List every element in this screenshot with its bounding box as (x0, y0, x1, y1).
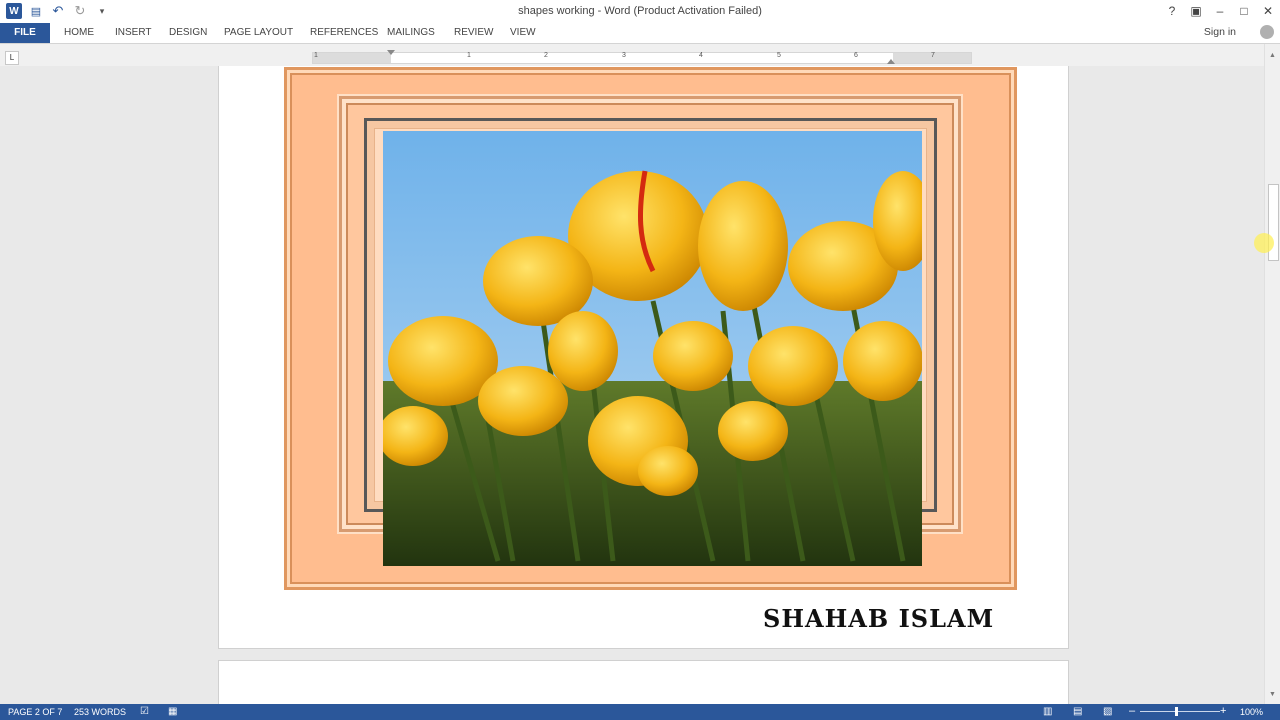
scroll-down-icon[interactable]: ▼ (1269, 691, 1276, 698)
tab-file[interactable]: FILE (0, 23, 50, 43)
proofing-icon[interactable]: ☑ (140, 706, 149, 717)
close-button[interactable]: ✕ (1256, 0, 1280, 22)
ruler-number: 3 (622, 52, 626, 59)
ribbon-display-options-button[interactable]: ▣ (1184, 0, 1208, 22)
ribbon-tabs: FILE HOME INSERT DESIGN PAGE LAYOUT REFE… (0, 23, 1280, 44)
zoom-out-icon[interactable]: – (1129, 705, 1135, 717)
zoom-in-icon[interactable]: + (1220, 705, 1226, 717)
document-area[interactable]: SHAHAB ISLAM (0, 66, 1264, 704)
left-margin-area (313, 53, 391, 63)
tab-review[interactable]: REVIEW (454, 23, 493, 43)
word-count-status[interactable]: 253 WORDS (74, 707, 126, 717)
ruler-number: 7 (931, 52, 935, 59)
tab-mailings[interactable]: MAILINGS (387, 23, 435, 43)
ruler-number: 5 (777, 52, 781, 59)
minimize-button[interactable]: – (1208, 0, 1232, 22)
tulip-picture-graphic (383, 131, 922, 566)
tab-design[interactable]: DESIGN (169, 23, 207, 43)
ruler-number: 4 (699, 52, 703, 59)
signature-text[interactable]: SHAHAB ISLAM (763, 604, 994, 633)
window-title: shapes working - Word (Product Activatio… (518, 5, 762, 17)
horizontal-ruler[interactable]: 1 1 2 3 4 5 6 7 (312, 50, 972, 64)
web-layout-icon[interactable]: ▧ (1103, 706, 1112, 717)
ruler-number: 6 (854, 52, 858, 59)
scroll-up-icon[interactable]: ▲ (1269, 52, 1276, 59)
print-layout-icon[interactable]: ▤ (1073, 706, 1082, 717)
zoom-level[interactable]: 100% (1240, 707, 1263, 717)
page-count-status[interactable]: PAGE 2 OF 7 (8, 707, 62, 717)
zoom-slider-thumb[interactable] (1175, 707, 1178, 716)
title-bar: W ▤ ↶ ↻ ▾ shapes working - Word (Product… (0, 0, 1280, 23)
ruler-row: L 1 1 2 3 4 5 6 7 (0, 44, 1280, 66)
tab-references[interactable]: REFERENCES (310, 23, 378, 43)
help-button[interactable]: ? (1160, 0, 1184, 22)
document-page-next[interactable] (218, 660, 1069, 704)
window-controls: ? ▣ – □ ✕ (1160, 0, 1280, 22)
user-avatar-icon[interactable] (1260, 25, 1274, 39)
right-indent-marker[interactable] (887, 59, 895, 64)
mouse-cursor-highlight (1254, 233, 1274, 253)
macro-record-icon[interactable]: ▦ (168, 706, 177, 717)
read-mode-icon[interactable]: ▥ (1043, 706, 1052, 717)
first-line-indent-marker[interactable] (387, 50, 395, 55)
tab-page-layout[interactable]: PAGE LAYOUT (224, 23, 293, 43)
status-bar: PAGE 2 OF 7 253 WORDS ☑ ▦ ▥ ▤ ▧ – + 100% (0, 704, 1280, 720)
maximize-button[interactable]: □ (1232, 0, 1256, 22)
vertical-scrollbar[interactable]: ▲ ▼ (1264, 44, 1280, 704)
tulip-picture[interactable] (383, 131, 922, 566)
tab-home[interactable]: HOME (64, 23, 94, 43)
ruler-number: 1 (314, 52, 318, 59)
zoom-slider[interactable] (1140, 711, 1220, 712)
ruler-number: 2 (544, 52, 548, 59)
ruler-number: 1 (467, 52, 471, 59)
tab-selector-button[interactable]: L (5, 51, 19, 65)
tab-insert[interactable]: INSERT (115, 23, 152, 43)
tab-view[interactable]: VIEW (510, 23, 536, 43)
sign-in-link[interactable]: Sign in (1204, 23, 1236, 41)
